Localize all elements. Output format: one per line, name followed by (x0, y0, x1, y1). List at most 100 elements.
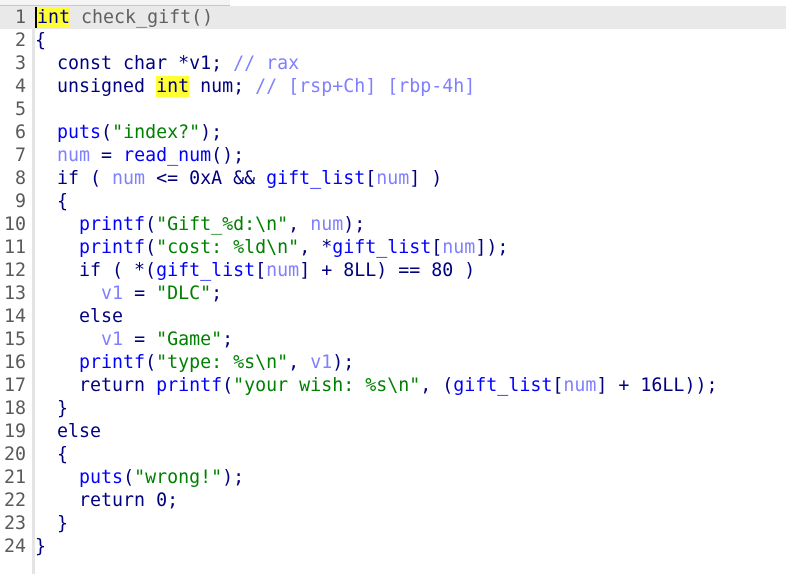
variable-name[interactable]: num (57, 145, 90, 166)
code-line[interactable]: 7 num = read_num(); (0, 144, 786, 167)
code-line[interactable]: 1 int check_gift() (0, 6, 786, 29)
line-content: } (35, 512, 68, 535)
code-line[interactable]: 2{ (0, 29, 786, 52)
code-text: num; (189, 76, 256, 97)
code-line[interactable]: 15 v1 = "Game"; (0, 328, 786, 351)
code-text: { (35, 444, 69, 465)
line-number: 22 (3, 490, 26, 511)
code-text: else (35, 421, 102, 442)
code-text: , (288, 352, 311, 373)
string-literal: "type: %s\n" (156, 352, 289, 373)
code-text: if ( (35, 168, 113, 189)
code-line[interactable]: 9 { (0, 190, 786, 213)
code-line[interactable]: 4 unsigned int num; // [rsp+Ch] [rbp-4h] (0, 75, 786, 98)
code-text: ( (222, 375, 234, 396)
code-text: ); (200, 122, 223, 143)
function-name[interactable]: read_num (123, 145, 211, 166)
code-text: ] + 8LL) == 80 ) (299, 260, 476, 281)
code-text: [ (431, 237, 443, 258)
line-content: { (35, 29, 46, 52)
code-text: else (35, 306, 124, 327)
code-text: ( (145, 352, 157, 373)
code-text: ( (101, 122, 113, 143)
comment: // [rsp+Ch] [rbp-4h] (255, 76, 476, 97)
function-name[interactable]: printf (79, 352, 145, 373)
code-text: (); (211, 145, 245, 166)
variable-name[interactable]: v1 (101, 329, 123, 350)
code-text: } (35, 536, 47, 557)
line-content: return 0; (35, 489, 178, 512)
variable-name[interactable]: num (112, 168, 145, 189)
code-line[interactable]: 22 return 0; (0, 489, 786, 512)
code-line[interactable]: 8 if ( num <= 0xA && gift_list[num] ) (0, 167, 786, 190)
function-name[interactable]: puts (57, 122, 101, 143)
line-content: const char *v1; // rax (35, 52, 299, 75)
code-line[interactable]: 14 else (0, 305, 786, 328)
variable-name[interactable]: num (442, 237, 475, 258)
line-content: } (35, 535, 46, 558)
code-line[interactable]: 16 printf("type: %s\n", v1); (0, 351, 786, 374)
pseudocode-view[interactable]: 1 int check_gift() 2{3 const char *v1; // … (0, 6, 786, 558)
variable-name[interactable]: v1 (310, 352, 332, 373)
code-line[interactable]: 12 if ( *(gift_list[num] + 8LL) == 80 ) (0, 259, 786, 282)
code-text: ); (222, 467, 245, 488)
line-number: 4 (14, 76, 26, 97)
code-text: } (35, 513, 69, 534)
code-text: = (123, 329, 157, 350)
function-name[interactable]: gift_list (266, 168, 365, 189)
code-line[interactable]: 20 { (0, 443, 786, 466)
code-text: { (35, 191, 69, 212)
code-text: unsigned (35, 76, 157, 97)
line-number: 6 (14, 122, 26, 143)
variable-name[interactable]: v1 (101, 283, 123, 304)
string-literal: "index?" (112, 122, 201, 143)
code-line[interactable]: 10 printf("Gift_%d:\n", num); (0, 213, 786, 236)
function-name[interactable]: printf (79, 237, 145, 258)
code-line[interactable]: 24} (0, 535, 786, 558)
highlighted-keyword: int (156, 76, 190, 97)
line-content: int check_gift() (35, 6, 213, 29)
code-line[interactable]: 3 const char *v1; // rax (0, 52, 786, 75)
code-text: { (35, 30, 47, 51)
code-line[interactable]: 18 } (0, 397, 786, 420)
code-line[interactable]: 23 } (0, 512, 786, 535)
function-name[interactable]: puts (79, 467, 123, 488)
code-text: const char *v1; (35, 53, 234, 74)
variable-name[interactable]: num (563, 375, 596, 396)
line-number: 17 (3, 375, 26, 396)
line-number: 7 (14, 145, 26, 166)
code-line[interactable]: 19 else (0, 420, 786, 443)
code-line[interactable]: 11 printf("cost: %ld\n", *gift_list[num]… (0, 236, 786, 259)
line-content: return printf("your wish: %s\n", (gift_l… (35, 374, 717, 397)
line-number: 21 (3, 467, 26, 488)
line-number: 23 (3, 513, 26, 534)
function-name[interactable]: gift_list (332, 237, 431, 258)
line-content: num = read_num(); (35, 144, 244, 167)
code-line[interactable]: 13 v1 = "DLC"; (0, 282, 786, 305)
variable-name[interactable]: num (310, 214, 343, 235)
line-number: 20 (3, 444, 26, 465)
line-number: 14 (3, 306, 26, 327)
line-number: 9 (14, 191, 26, 212)
variable-name[interactable]: num (376, 168, 409, 189)
code-line[interactable]: 17 return printf("your wish: %s\n", (gif… (0, 374, 786, 397)
line-number: 5 (14, 99, 26, 120)
code-text: if ( *( (35, 260, 157, 281)
string-literal: "wrong!" (134, 467, 223, 488)
code-text: = (90, 145, 124, 166)
function-name[interactable]: gift_list (156, 260, 255, 281)
function-name[interactable]: gift_list (453, 375, 552, 396)
code-text: ( (145, 237, 157, 258)
variable-name[interactable]: num (266, 260, 299, 281)
function-name[interactable]: printf (79, 214, 145, 235)
line-content: { (35, 190, 68, 213)
code-line[interactable]: 5 (0, 98, 786, 121)
code-line[interactable]: 21 puts("wrong!"); (0, 466, 786, 489)
code-line[interactable]: 6 puts("index?"); (0, 121, 786, 144)
line-number: 19 (3, 421, 26, 442)
function-name[interactable]: printf (156, 375, 222, 396)
line-number: 12 (3, 260, 26, 281)
